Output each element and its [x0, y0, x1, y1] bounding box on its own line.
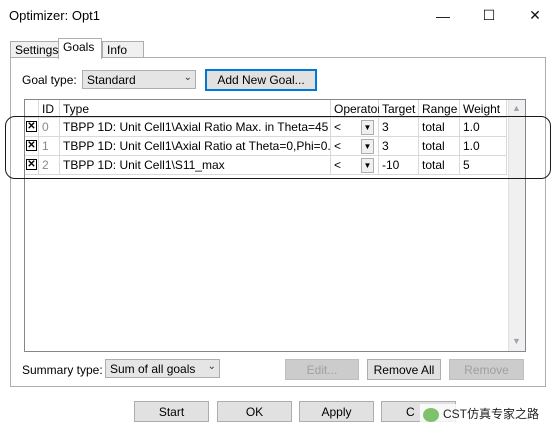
col-header-check [25, 100, 39, 118]
window-title: Optimizer: Opt1 [9, 8, 101, 23]
row-type[interactable]: TBPP 1D: Unit Cell1\S11_max [60, 156, 331, 175]
col-header-operator: Operator [331, 100, 381, 118]
row-target[interactable]: 3 [379, 137, 419, 156]
row-operator-value: < [334, 158, 342, 172]
row-checkbox[interactable]: ✕ [26, 140, 37, 151]
summary-type-value: Sum of all goals [110, 362, 196, 376]
apply-button[interactable]: Apply [299, 401, 374, 422]
row-target[interactable]: 3 [379, 118, 419, 137]
row-operator-select[interactable]: < ▼ [331, 156, 379, 175]
edit-button[interactable]: Edit... [285, 359, 359, 380]
tab-goals[interactable]: Goals [58, 38, 102, 59]
title-bar: Optimizer: Opt1 — ☐ ✕ [0, 0, 558, 31]
goal-type-label: Goal type: [22, 73, 77, 87]
col-header-id: ID [39, 100, 60, 118]
col-header-range: Range [419, 100, 460, 118]
chevron-down-icon[interactable]: ▼ [361, 120, 374, 135]
goals-table[interactable]: ID Type Operator Target Range Weight ✕ 0… [24, 99, 526, 352]
row-weight[interactable]: 1.0 [460, 137, 507, 156]
chevron-down-icon[interactable]: ▼ [361, 158, 374, 173]
close-button[interactable]: ✕ [512, 0, 558, 31]
col-header-weight: Weight [460, 100, 507, 118]
row-weight[interactable]: 1.0 [460, 118, 507, 137]
row-checkbox-cell: ✕ [25, 137, 39, 156]
row-operator-select[interactable]: < ▼ [331, 137, 379, 156]
remove-all-button[interactable]: Remove All [367, 359, 441, 380]
minimize-button[interactable]: — [420, 0, 466, 31]
chevron-down-icon[interactable]: ▼ [361, 139, 374, 154]
row-id: 2 [39, 156, 60, 175]
row-operator-value: < [334, 120, 342, 134]
goal-type-value: Standard [87, 73, 136, 87]
summary-type-select[interactable]: Sum of all goals ⌄ [105, 359, 220, 378]
row-operator-select[interactable]: < ▼ [331, 118, 379, 137]
maximize-button[interactable]: ☐ [466, 0, 512, 31]
wechat-logo-icon [423, 407, 439, 422]
tab-settings[interactable]: Settings [10, 41, 59, 58]
start-button[interactable]: Start [134, 401, 209, 422]
scroll-up-icon[interactable]: ▲ [512, 103, 521, 113]
scroll-down-icon[interactable]: ▼ [512, 336, 521, 346]
chevron-down-icon: ⌄ [183, 72, 192, 83]
tab-info[interactable]: Info [102, 41, 144, 58]
ok-button[interactable]: OK [217, 401, 292, 422]
row-type[interactable]: TBPP 1D: Unit Cell1\Axial Ratio at Theta… [60, 137, 331, 156]
row-id: 0 [39, 118, 60, 137]
watermark: CST仿真专家之路 [420, 404, 543, 423]
row-range[interactable]: total [419, 137, 460, 156]
col-header-target: Target [379, 100, 419, 118]
vertical-scrollbar[interactable]: ▲ ▼ [508, 100, 525, 351]
row-checkbox-cell: ✕ [25, 118, 39, 137]
goal-type-select[interactable]: Standard ⌄ [82, 70, 196, 89]
row-checkbox[interactable]: ✕ [26, 159, 37, 170]
remove-button[interactable]: Remove [449, 359, 524, 380]
row-range[interactable]: total [419, 118, 460, 137]
row-checkbox-cell: ✕ [25, 156, 39, 175]
row-type[interactable]: TBPP 1D: Unit Cell1\Axial Ratio Max. in … [60, 118, 331, 137]
row-checkbox[interactable]: ✕ [26, 121, 37, 132]
watermark-text: CST仿真专家之路 [443, 407, 540, 421]
row-range[interactable]: total [419, 156, 460, 175]
maximize-icon: ☐ [482, 7, 496, 23]
close-icon: ✕ [529, 7, 541, 23]
summary-type-label: Summary type: [22, 363, 103, 377]
row-weight[interactable]: 5 [460, 156, 507, 175]
minimize-icon: — [436, 7, 450, 24]
col-header-type: Type [60, 100, 331, 118]
row-target[interactable]: -10 [379, 156, 419, 175]
row-id: 1 [39, 137, 60, 156]
row-operator-value: < [334, 139, 342, 153]
chevron-down-icon: ⌄ [207, 361, 216, 372]
add-new-goal-button[interactable]: Add New Goal... [205, 69, 317, 91]
